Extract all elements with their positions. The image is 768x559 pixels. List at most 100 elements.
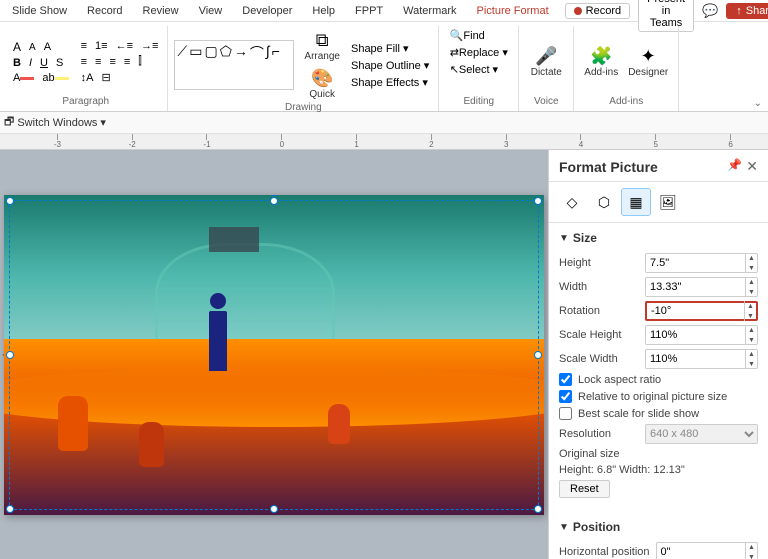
scale-width-spin-up[interactable]: ▲ <box>745 349 757 359</box>
tab-size-properties[interactable]: ▦ <box>621 188 651 216</box>
ruler: -3 -2 -1 0 1 2 3 4 5 6 <box>0 134 768 150</box>
menu-help[interactable]: Help <box>308 3 339 19</box>
menu-bar: Slide Show Record Review View Developer … <box>0 0 768 22</box>
comment-icon[interactable]: 💬 <box>702 3 718 19</box>
columns-btn[interactable]: ⫿ <box>135 54 145 69</box>
quick-styles-button[interactable]: 🎨 Quick <box>300 66 344 102</box>
relative-to-original-checkbox[interactable] <box>559 390 572 403</box>
find-btn[interactable]: 🔍 Find <box>447 28 488 43</box>
ribbon-group-paragraph: A A A B I U S A ab <box>4 26 168 111</box>
shape-effects-btn[interactable]: Shape Effects ▾ <box>348 75 432 90</box>
highlight-btn[interactable]: ab <box>39 71 71 85</box>
indent-increase[interactable]: →≡ <box>138 39 161 53</box>
panel-close-btn[interactable]: ✕ <box>746 158 758 175</box>
replace-btn[interactable]: ⇄ Replace ▾ <box>447 45 511 60</box>
height-spin-down[interactable]: ▼ <box>745 263 757 273</box>
panel-pin-btn[interactable]: 📌 <box>727 158 742 175</box>
menu-slide-show[interactable]: Slide Show <box>8 3 71 19</box>
tab-picture[interactable]: 🖼 <box>653 188 683 216</box>
scale-height-spin-up[interactable]: ▲ <box>745 325 757 335</box>
menu-review[interactable]: Review <box>139 3 183 19</box>
strikethrough-btn[interactable]: S <box>53 56 66 70</box>
shape-fill-btn[interactable]: Shape Fill ▾ <box>348 41 432 56</box>
align-justify[interactable]: ≡ <box>121 54 133 69</box>
switch-windows-label: Switch Windows <box>17 117 97 129</box>
tab-fill-line[interactable]: ◇ <box>557 188 587 216</box>
ribbon-expand-btn[interactable]: ⌄ <box>752 26 764 111</box>
indent-decrease[interactable]: ←≡ <box>113 39 136 53</box>
arrow-icon[interactable]: → <box>234 43 248 87</box>
best-scale-label: Best scale for slide show <box>578 408 699 420</box>
format-panel-scroll[interactable]: ▼ Size Height ▲ ▼ <box>549 223 768 559</box>
reset-button[interactable]: Reset <box>559 480 610 498</box>
line-icon[interactable]: ▭ <box>189 43 202 87</box>
convert-to-smartart[interactable]: ⊟ <box>98 70 113 85</box>
height-input[interactable] <box>646 257 745 269</box>
text-direction[interactable]: ↕A <box>78 70 97 85</box>
pentagon-icon[interactable]: ⬠ <box>220 43 232 87</box>
dictate-button[interactable]: 🎤 Dictate <box>527 44 566 80</box>
italic-btn[interactable]: I <box>26 56 35 70</box>
position-chevron-icon: ▼ <box>559 522 569 533</box>
position-section-header[interactable]: ▼ Position <box>549 516 768 538</box>
arrange-button[interactable]: ⧉ Arrange <box>300 28 344 64</box>
bold-btn[interactable]: B <box>10 56 24 70</box>
font-color-btn[interactable]: A <box>10 71 37 85</box>
height-spin-up[interactable]: ▲ <box>745 253 757 263</box>
horizontal-spin-down[interactable]: ▼ <box>745 552 757 559</box>
menu-view[interactable]: View <box>195 3 227 19</box>
menu-watermark[interactable]: Watermark <box>399 3 460 19</box>
addins-button[interactable]: 🧩 Add-ins <box>580 44 622 80</box>
scale-height-input[interactable] <box>646 329 745 341</box>
connector-icon[interactable]: ⌐ <box>272 43 280 87</box>
align-left[interactable]: ≡ <box>78 54 90 69</box>
size-section-label: Size <box>573 231 597 245</box>
shapes-icon[interactable]: ⟋ <box>177 43 187 87</box>
quick-styles-icon: 🎨 <box>311 68 333 89</box>
rotation-spin-up[interactable]: ▲ <box>744 301 756 311</box>
horizontal-position-input[interactable] <box>657 546 746 558</box>
horizontal-spin-up[interactable]: ▲ <box>745 542 757 552</box>
size-section-header[interactable]: ▼ Size <box>549 227 768 249</box>
width-input[interactable] <box>646 281 745 293</box>
rounded-rect-icon[interactable]: ▢ <box>204 43 217 87</box>
width-spin-up[interactable]: ▲ <box>745 277 757 287</box>
designer-button[interactable]: ✦ Designer <box>624 44 672 80</box>
rotation-spin-down[interactable]: ▼ <box>744 311 756 321</box>
underline-btn[interactable]: U <box>37 56 51 70</box>
best-scale-checkbox[interactable] <box>559 407 572 420</box>
align-center[interactable]: ≡ <box>92 54 104 69</box>
scale-width-input[interactable] <box>646 353 745 365</box>
resolution-select[interactable]: 640 x 480 <box>645 424 758 444</box>
horizontal-position-spin: ▲ ▼ <box>745 542 757 559</box>
ruler-mark: 4 <box>544 134 619 149</box>
slide-area[interactable]: ◀ <box>0 150 548 559</box>
menu-picture-format[interactable]: Picture Format <box>473 3 553 19</box>
menu-developer[interactable]: Developer <box>238 3 296 19</box>
menu-fppt[interactable]: FPPT <box>351 3 387 19</box>
select-btn[interactable]: ↖ Select ▾ <box>447 62 501 77</box>
drawing-group-label: Drawing <box>285 102 322 115</box>
shape-outline-btn[interactable]: Shape Outline ▾ <box>348 58 432 73</box>
align-right[interactable]: ≡ <box>106 54 118 69</box>
lock-aspect-checkbox[interactable] <box>559 373 572 386</box>
font-size-increase[interactable]: A <box>26 39 39 55</box>
numbered-list[interactable]: 1≡ <box>92 39 111 53</box>
rotation-input-wrapper: ▲ ▼ <box>645 301 758 321</box>
rotation-spin: ▲ ▼ <box>744 301 756 321</box>
font-size-decrease[interactable]: A <box>10 39 24 55</box>
freeform-icon[interactable]: ∫ <box>266 43 270 87</box>
slide-vase-3 <box>328 404 350 444</box>
scale-width-spin-down[interactable]: ▼ <box>745 359 757 369</box>
share-button[interactable]: ↑ Share <box>726 3 768 19</box>
record-button[interactable]: Record <box>565 3 630 19</box>
curve-icon[interactable]: ⌒ <box>250 43 264 87</box>
clear-format[interactable]: A <box>41 39 54 55</box>
rotation-input[interactable] <box>647 305 744 317</box>
width-spin-down[interactable]: ▼ <box>745 287 757 297</box>
bullet-list[interactable]: ≡ <box>78 39 90 53</box>
tab-effects[interactable]: ⬡ <box>589 188 619 216</box>
scale-height-spin-down[interactable]: ▼ <box>745 335 757 345</box>
menu-record[interactable]: Record <box>83 3 126 19</box>
switch-windows-btn[interactable]: 🗗 Switch Windows ▾ <box>4 113 106 132</box>
